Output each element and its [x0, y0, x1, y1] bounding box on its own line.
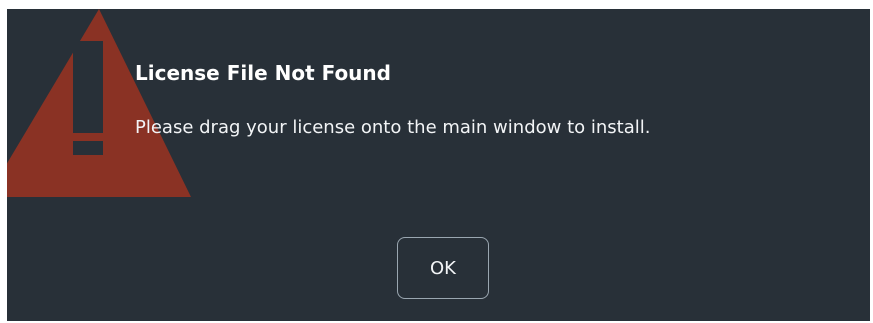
ok-button-label: OK: [430, 257, 456, 279]
warning-triangle-icon: [7, 9, 197, 199]
dialog-message: Please drag your license onto the main w…: [135, 117, 651, 138]
license-alert-dialog: License File Not Found Please drag your …: [7, 9, 870, 321]
screen-frame: License File Not Found Please drag your …: [0, 0, 873, 323]
ok-button[interactable]: OK: [397, 237, 489, 299]
dialog-title: License File Not Found: [135, 61, 391, 85]
